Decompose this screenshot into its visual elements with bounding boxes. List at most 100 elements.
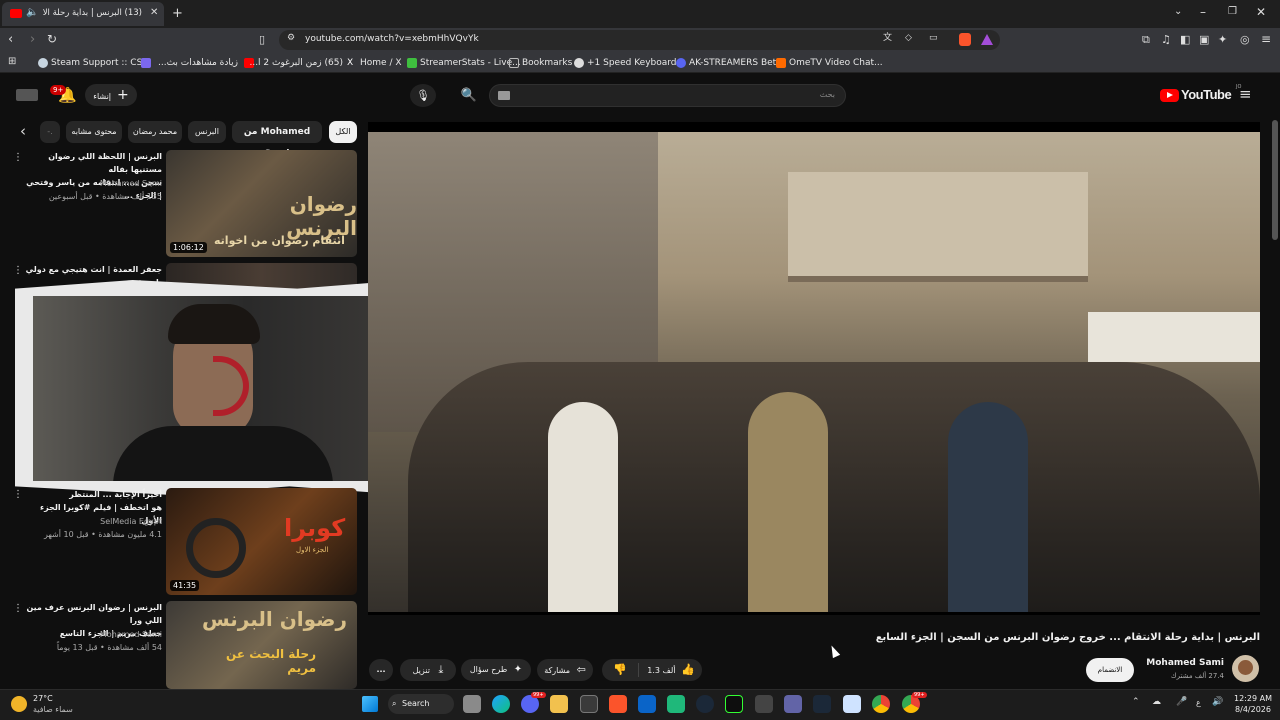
play-triangle-icon (1167, 92, 1173, 98)
downloads-icon[interactable]: ✦ (1218, 34, 1227, 45)
video-player[interactable] (368, 122, 1260, 615)
steam-alt-icon[interactable] (813, 695, 831, 713)
bookmark-item[interactable]: +1 Speed Keyboard... (574, 55, 685, 71)
wallet-icon[interactable]: ▣ (1199, 34, 1209, 45)
chip-more-fade[interactable]: -. (40, 121, 60, 143)
tab-title: (13) البرنس | بداية رحلة الانتقا... (42, 8, 142, 18)
obs-icon[interactable] (667, 695, 685, 713)
microphone-icon[interactable]: 🎤 (1176, 698, 1187, 707)
new-tab-button[interactable]: + (172, 7, 183, 20)
bookmark-page-icon[interactable]: ▯ (259, 34, 265, 45)
window-app-icon[interactable] (843, 695, 861, 713)
chip-from-channel[interactable]: من Mohamed Sami (232, 121, 322, 159)
extensions-icon[interactable]: ⧉ (1142, 34, 1150, 45)
dislike-button[interactable]: 👎 (602, 659, 638, 681)
bookmark-item[interactable]: زيادة مشاهدات بث... (141, 55, 238, 71)
crowd (408, 362, 1260, 612)
bookmark-label: AK-STREAMERS Beta (689, 58, 782, 68)
voice-search-button[interactable]: 🎙 (410, 84, 436, 107)
taskbar-search[interactable]: ⌕ Search (388, 694, 454, 714)
page-scrollbar[interactable] (1272, 120, 1278, 240)
forward-icon[interactable]: › (30, 33, 35, 46)
shield-icon[interactable]: ◇ (905, 34, 912, 43)
store-icon[interactable] (580, 695, 598, 713)
apps-grid-icon[interactable]: ⊞ (8, 57, 16, 67)
chip-elbrens[interactable]: البرنس (188, 121, 226, 143)
related-thumbnail[interactable]: كوبرا الجزء الاول 41:35 (166, 488, 357, 595)
chip-all[interactable]: الكل (329, 121, 357, 143)
chip-mohamed-ramadan[interactable]: محمد رمضان (128, 121, 182, 143)
brave-rewards-icon[interactable] (981, 34, 993, 45)
edge-icon[interactable] (492, 695, 510, 713)
chip-similar[interactable]: محتوى مشابه (66, 121, 122, 143)
chrome-icon[interactable] (872, 695, 890, 713)
channel-avatar[interactable] (1232, 655, 1259, 682)
thumb-subtitle-text: رحلة البحث عن مريم (226, 647, 316, 675)
related-thumbnail[interactable]: رضوان البرنس انتقام رضوان من اخواته 1:06… (166, 150, 357, 257)
language-icon[interactable]: ع (1196, 699, 1201, 707)
chevron-left-icon[interactable]: ‹ (20, 124, 26, 139)
site-info-icon[interactable]: ⚙ (287, 34, 295, 43)
bookmark-item[interactable]: X Home / X (347, 55, 402, 71)
ask-button[interactable]: طرح سؤال ✦ (461, 659, 531, 681)
reload-icon[interactable]: ↻ (47, 33, 57, 45)
bookmark-item[interactable]: StreamerStats - Live... (407, 55, 521, 71)
vpn-icon[interactable]: ◎ (1240, 34, 1250, 45)
search-input[interactable]: بحث (489, 84, 846, 107)
teams-icon[interactable] (784, 695, 802, 713)
person-center (748, 392, 828, 612)
search-button[interactable]: 🔍 (452, 84, 486, 107)
related-channel[interactable]: Mohamed Sami (22, 178, 162, 190)
sidebar-icon[interactable]: ◧ (1180, 34, 1190, 45)
brave-lion-icon[interactable] (959, 33, 971, 46)
steam-icon[interactable] (696, 695, 714, 713)
speaker-icon[interactable]: 🔈 (26, 8, 38, 18)
minimize-icon[interactable]: – (1200, 6, 1206, 18)
notification-badge: 9+ (50, 85, 67, 95)
related-thumbnail[interactable]: رضوان البرنس رحلة البحث عن مريم (166, 601, 357, 689)
more-actions-button[interactable]: ... (369, 659, 393, 681)
person-right (948, 402, 1028, 612)
close-window-icon[interactable]: ✕ (1256, 6, 1266, 18)
bookmark-item[interactable]: Steam Support :: CS... (38, 55, 151, 71)
cast-icon[interactable]: ▭ (929, 34, 938, 43)
browser-tab[interactable]: 🔈 (13) البرنس | بداية رحلة الانتقا... ✕ (2, 2, 164, 26)
tray-overflow-icon[interactable]: ⌃ (1132, 698, 1140, 707)
weather-moon-icon[interactable] (11, 696, 27, 712)
like-button[interactable]: 1.3 ألف 👍 (640, 659, 702, 681)
outlook-icon[interactable] (638, 695, 656, 713)
clock-time[interactable]: 12:29 AM (1230, 694, 1276, 703)
start-button[interactable] (362, 696, 378, 712)
bookmark-item[interactable]: (65) زمن البرغوث 2 ا... (244, 55, 343, 71)
omnibox[interactable]: ⚙ youtube.com/watch?v=xebmHhVQvYk 文 ◇ ▭ (279, 30, 1000, 50)
media-icon[interactable]: ♫ (1161, 34, 1171, 45)
maximize-icon[interactable]: ❐ (1228, 7, 1237, 17)
clock-date[interactable]: 8/4/2026 (1230, 705, 1276, 714)
bookmark-label: OmeTV Video Chat... (789, 58, 883, 68)
speaker-tray-icon[interactable]: 🔊 (1212, 698, 1223, 707)
task-view-icon[interactable] (463, 695, 481, 713)
keyboard-icon[interactable] (498, 91, 510, 100)
tab-search-icon[interactable]: ⌄ (1174, 7, 1182, 17)
join-button[interactable]: الانضمام (1086, 658, 1134, 682)
app-a-icon[interactable] (725, 695, 743, 713)
guide-menu-icon[interactable]: ≡ (1239, 87, 1252, 102)
related-channel[interactable]: Mohamed Sami (22, 629, 162, 641)
file-explorer-icon[interactable] (550, 695, 568, 713)
translate-icon[interactable]: 文 (883, 34, 892, 43)
bookmark-item[interactable]: OmeTV Video Chat... (776, 55, 883, 71)
back-icon[interactable]: ‹ (8, 33, 13, 46)
menu-icon[interactable]: ≡ (1261, 33, 1271, 45)
cast-device-icon[interactable] (16, 89, 38, 101)
create-button[interactable]: إنشاء + (85, 84, 137, 106)
channel-name[interactable]: Mohamed Sami (1146, 658, 1224, 668)
tray-app-icon[interactable]: ☁ (1152, 698, 1161, 707)
share-button[interactable]: مشاركة ⇦ (537, 659, 593, 681)
related-channel[interactable]: SelMedia Egypt (22, 516, 162, 528)
download-button[interactable]: تنزيل ⤓ (400, 659, 456, 681)
close-tab-icon[interactable]: ✕ (150, 8, 158, 18)
bookmark-item[interactable]: AK-STREAMERS Beta (676, 55, 782, 71)
brave-icon[interactable] (609, 695, 627, 713)
terminal-icon[interactable] (755, 695, 773, 713)
bookmark-item[interactable]: Bookmarks (509, 55, 572, 71)
